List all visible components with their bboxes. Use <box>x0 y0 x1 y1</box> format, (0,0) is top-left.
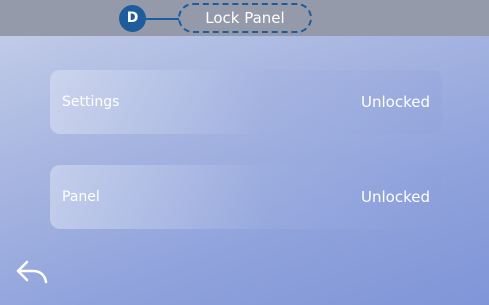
row-label: Panel <box>62 189 100 205</box>
page-title: Lock Panel <box>178 3 312 33</box>
row-status: Unlocked <box>361 188 430 206</box>
callout-badge: D <box>119 5 146 32</box>
lock-panel-screen: D Lock Panel Settings Unlocked Panel Unl… <box>0 0 489 305</box>
row-status: Unlocked <box>361 93 430 111</box>
panel-lock-row[interactable]: Panel Unlocked <box>50 165 442 229</box>
row-label: Settings <box>62 94 120 110</box>
back-button[interactable] <box>14 256 52 288</box>
settings-lock-row[interactable]: Settings Unlocked <box>50 70 442 134</box>
callout-connector <box>146 18 179 20</box>
back-arrow-icon <box>16 260 48 284</box>
